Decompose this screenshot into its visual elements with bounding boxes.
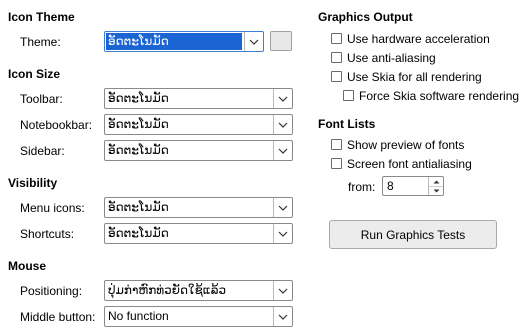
positioning-dropdown[interactable]: ປຸ່ມກ່າຫົກທ່ວຍັດໃຊ້ແລ້ວ [104, 280, 293, 301]
chevron-down-icon[interactable] [244, 32, 263, 51]
menu-icons-label: Menu icons: [20, 201, 85, 215]
skia-all-checkbox[interactable] [331, 71, 342, 82]
middle-button-value: No function [108, 309, 169, 323]
toolbar-size-dropdown[interactable]: ອັດຕະໂນມັດ [104, 88, 293, 109]
notebookbar-size-dropdown[interactable]: ອັດຕະໂນມັດ [104, 114, 293, 135]
menu-icons-value: ອັດຕະໂນມັດ [108, 200, 169, 214]
mouse-heading: Mouse [8, 259, 47, 273]
screen-aa-label: Screen font antialiasing [347, 157, 472, 171]
anti-aliasing-label: Use anti-aliasing [347, 51, 436, 65]
icon-size-heading: Icon Size [8, 67, 61, 81]
chevron-down-icon[interactable] [273, 89, 292, 108]
theme-extension-button[interactable] [270, 31, 292, 51]
run-graphics-tests-button[interactable]: Run Graphics Tests [329, 220, 497, 249]
positioning-value: ປຸ່ມກ່າຫົກທ່ວຍັດໃຊ້ແລ້ວ [108, 283, 227, 297]
positioning-label: Positioning: [20, 284, 83, 298]
middle-button-label: Middle button: [20, 310, 96, 324]
antialias-from-spinner[interactable]: 8 [382, 176, 444, 196]
skia-force-label: Force Skia software rendering [359, 89, 520, 103]
toolbar-size-value: ອັດຕະໂນມັດ [108, 91, 169, 105]
theme-dropdown[interactable]: ອັດຕະໂນມັດ [104, 31, 264, 52]
shortcuts-dropdown[interactable]: ອັດຕະໂນມັດ [104, 223, 293, 244]
anti-aliasing-checkbox[interactable] [331, 52, 342, 63]
hw-accel-label: Use hardware acceleration [347, 32, 490, 46]
chevron-down-icon[interactable] [273, 224, 292, 243]
icon-theme-heading: Icon Theme [8, 10, 75, 24]
notebookbar-label: Notebookbar: [20, 118, 93, 132]
skia-all-label: Use Skia for all rendering [347, 70, 482, 84]
graphics-output-heading: Graphics Output [318, 10, 413, 24]
theme-value: ອັດຕະໂນມັດ [106, 33, 242, 50]
chevron-down-icon[interactable] [273, 115, 292, 134]
chevron-down-icon[interactable] [273, 307, 292, 326]
show-preview-label: Show preview of fonts [347, 138, 465, 152]
menu-icons-dropdown[interactable]: ອັດຕະໂນມັດ [104, 197, 293, 218]
notebookbar-size-value: ອັດຕະໂນມັດ [108, 117, 169, 131]
screen-aa-checkbox[interactable] [331, 158, 342, 169]
middle-button-dropdown[interactable]: No function [104, 306, 293, 327]
spinner-arrows[interactable] [428, 177, 443, 195]
visibility-heading: Visibility [8, 176, 58, 190]
toolbar-label: Toolbar: [20, 92, 63, 106]
antialias-from-value: 8 [387, 179, 394, 193]
sidebar-size-value: ອັດຕະໂນມັດ [108, 143, 169, 157]
skia-force-checkbox[interactable] [343, 90, 354, 101]
chevron-down-icon[interactable] [273, 141, 292, 160]
theme-label: Theme: [20, 35, 61, 49]
hw-accel-checkbox[interactable] [331, 33, 342, 44]
chevron-down-icon[interactable] [273, 281, 292, 300]
sidebar-label: Sidebar: [20, 144, 65, 158]
shortcuts-value: ອັດຕະໂນມັດ [108, 226, 169, 240]
shortcuts-label: Shortcuts: [20, 227, 75, 241]
font-lists-heading: Font Lists [318, 117, 376, 131]
from-label: from: [348, 180, 376, 194]
show-preview-checkbox[interactable] [331, 139, 342, 150]
sidebar-size-dropdown[interactable]: ອັດຕະໂນມັດ [104, 140, 293, 161]
chevron-down-icon[interactable] [429, 186, 443, 195]
chevron-down-icon[interactable] [273, 198, 292, 217]
